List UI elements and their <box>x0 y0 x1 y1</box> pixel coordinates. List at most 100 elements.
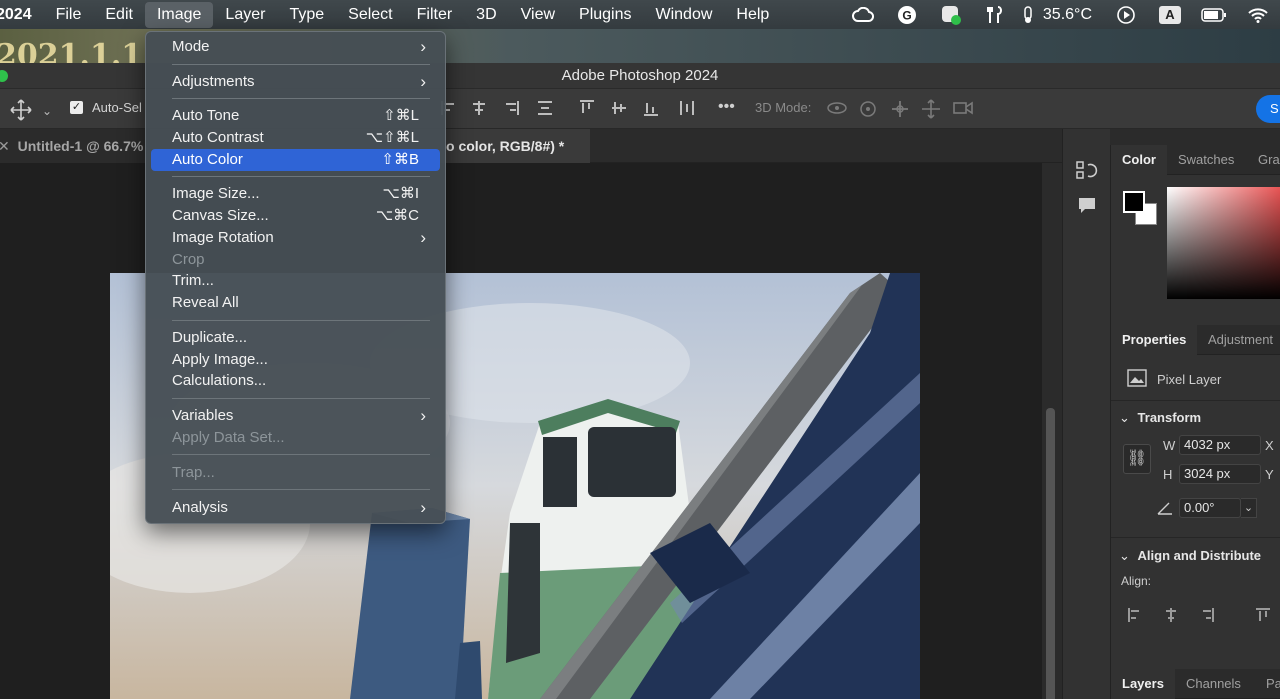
menu-file[interactable]: File <box>44 0 94 29</box>
menu-separator <box>172 64 430 65</box>
menu-item-duplicate[interactable]: Duplicate... <box>151 327 440 349</box>
x-label: X <box>1265 438 1274 453</box>
tab-untitled[interactable]: ✕ Untitled-1 @ 66.7% <box>0 129 150 163</box>
menu-type[interactable]: Type <box>277 0 336 29</box>
menu-item-adjustments[interactable]: Adjustments › <box>151 71 440 93</box>
menu-item-label: Mode <box>172 38 210 55</box>
menu-item-label: Canvas Size... <box>172 207 269 224</box>
menu-view[interactable]: View <box>509 0 567 29</box>
auto-select-checkbox[interactable]: ✓ <box>70 101 83 114</box>
svg-text:G: G <box>902 8 911 22</box>
tab-properties[interactable]: Properties <box>1111 325 1198 355</box>
menu-item-auto-tone[interactable]: Auto Tone ⇧⌘L <box>151 105 440 127</box>
creative-cloud-icon[interactable] <box>841 0 885 29</box>
menu-item-auto-contrast[interactable]: Auto Contrast ⌥⇧⌘L <box>151 127 440 149</box>
divider <box>1111 537 1280 538</box>
distribute-icon[interactable] <box>536 99 554 121</box>
height-field[interactable]: 3024 px <box>1179 464 1261 484</box>
align-label: Align: <box>1121 574 1152 588</box>
menu-item-mode[interactable]: Mode › <box>151 36 440 58</box>
tab-gradients[interactable]: Gra <box>1247 145 1280 175</box>
distribute-vertical-icon[interactable] <box>678 99 696 121</box>
align-bottom-icon[interactable] <box>642 99 660 121</box>
grammarly-icon[interactable]: G <box>885 0 929 29</box>
history-icon[interactable] <box>1076 159 1098 186</box>
menu-item-label: Analysis <box>172 499 228 516</box>
temperature-value: 35.6°C <box>1042 5 1092 23</box>
auto-select-label: Auto-Sel <box>92 100 142 115</box>
menu-item-calculations[interactable]: Calculations... <box>151 370 440 392</box>
menu-item-variables[interactable]: Variables › <box>151 405 440 427</box>
menu-app-name[interactable]: 2024 <box>0 0 44 29</box>
menu-item-label: Image Size... <box>172 185 260 202</box>
menu-item-canvas-size[interactable]: Canvas Size... ⌥⌘C <box>151 205 440 227</box>
align-section[interactable]: ⌄ Align and Distribute <box>1119 548 1261 564</box>
menu-item-label: Reveal All <box>172 294 239 311</box>
share-button[interactable]: S <box>1256 95 1280 123</box>
align-left-edges-icon[interactable] <box>1127 607 1143 628</box>
comments-icon[interactable] <box>1077 195 1097 220</box>
menu-3d[interactable]: 3D <box>464 0 508 29</box>
app-status-icon[interactable] <box>929 0 973 29</box>
menu-item-label: Apply Image... <box>172 351 268 368</box>
menu-item-label: Image Rotation <box>172 229 274 246</box>
menu-item-trim[interactable]: Trim... <box>151 270 440 292</box>
tab-adjustments[interactable]: Adjustment <box>1197 325 1280 355</box>
align-top-icon[interactable] <box>578 99 596 121</box>
angle-dropdown-chevron-icon[interactable]: ⌄ <box>1241 498 1257 518</box>
transform-section[interactable]: ⌄ Transform <box>1119 410 1201 426</box>
battery-icon[interactable] <box>1192 0 1236 29</box>
more-options-icon[interactable]: ••• <box>718 97 735 117</box>
menu-filter[interactable]: Filter <box>405 0 465 29</box>
menu-image[interactable]: Image <box>144 1 214 28</box>
temperature-widget[interactable]: 35.6°C <box>1017 0 1104 29</box>
menu-help[interactable]: Help <box>724 0 781 29</box>
input-source-icon[interactable]: A <box>1148 0 1192 29</box>
menu-item-shortcut: ⇧⌘B <box>381 151 419 168</box>
roll-3d-icon <box>858 99 878 123</box>
menu-item-analysis[interactable]: Analysis › <box>151 497 440 519</box>
menu-item-label: Duplicate... <box>172 329 248 346</box>
play-icon[interactable] <box>1104 0 1148 29</box>
angle-field[interactable]: 0.00° <box>1179 498 1241 518</box>
menu-item-trap: Trap... <box>151 462 440 484</box>
right-panels: Color Swatches Gra Properties Adjustment… <box>1110 145 1280 699</box>
tab-channels[interactable]: Channels <box>1175 669 1252 699</box>
menu-item-shortcut: ⇧⌘L <box>383 107 419 124</box>
menu-window[interactable]: Window <box>644 0 725 29</box>
menu-item-auto-color[interactable]: Auto Color ⇧⌘B <box>151 149 440 171</box>
link-dimensions-icon[interactable]: ⛓ <box>1123 444 1151 474</box>
align-right-edges-icon[interactable] <box>1199 607 1215 628</box>
menu-layer[interactable]: Layer <box>213 0 277 29</box>
tool-preset-chevron-icon[interactable]: ⌄ <box>42 101 52 121</box>
vertical-scrollbar[interactable] <box>1042 163 1062 699</box>
align-top-edges-icon[interactable] <box>1255 607 1271 628</box>
align-heading: Align and Distribute <box>1137 548 1262 563</box>
move-tool-icon[interactable] <box>10 99 32 125</box>
tools-icon[interactable] <box>973 0 1017 29</box>
scrollbar-thumb[interactable] <box>1046 408 1055 699</box>
menu-edit[interactable]: Edit <box>93 0 145 29</box>
align-vcenter-icon[interactable] <box>610 99 628 121</box>
align-right-icon[interactable] <box>502 99 520 121</box>
menu-select[interactable]: Select <box>336 0 404 29</box>
tab-paths[interactable]: Pa <box>1255 669 1280 699</box>
align-hcenter-icon[interactable] <box>470 99 488 121</box>
y-label: Y <box>1265 467 1274 482</box>
tab-color[interactable]: Color <box>1111 145 1167 175</box>
foreground-color-swatch[interactable] <box>1123 191 1145 213</box>
input-source-label: A <box>1159 5 1181 24</box>
tab-swatches[interactable]: Swatches <box>1167 145 1245 175</box>
menu-plugins[interactable]: Plugins <box>567 0 643 29</box>
menu-separator <box>172 489 430 490</box>
tab-layers[interactable]: Layers <box>1111 669 1175 699</box>
menu-item-apply-image[interactable]: Apply Image... <box>151 349 440 371</box>
menu-item-image-rotation[interactable]: Image Rotation › <box>151 227 440 249</box>
tab-close-icon[interactable]: ✕ <box>0 138 10 154</box>
menu-item-image-size[interactable]: Image Size... ⌥⌘I <box>151 183 440 205</box>
menu-item-reveal-all[interactable]: Reveal All <box>151 292 440 314</box>
color-picker-field[interactable] <box>1167 187 1280 299</box>
width-field[interactable]: 4032 px <box>1179 435 1261 455</box>
align-horizontal-centers-icon[interactable] <box>1163 607 1179 628</box>
wifi-icon[interactable] <box>1236 0 1280 29</box>
